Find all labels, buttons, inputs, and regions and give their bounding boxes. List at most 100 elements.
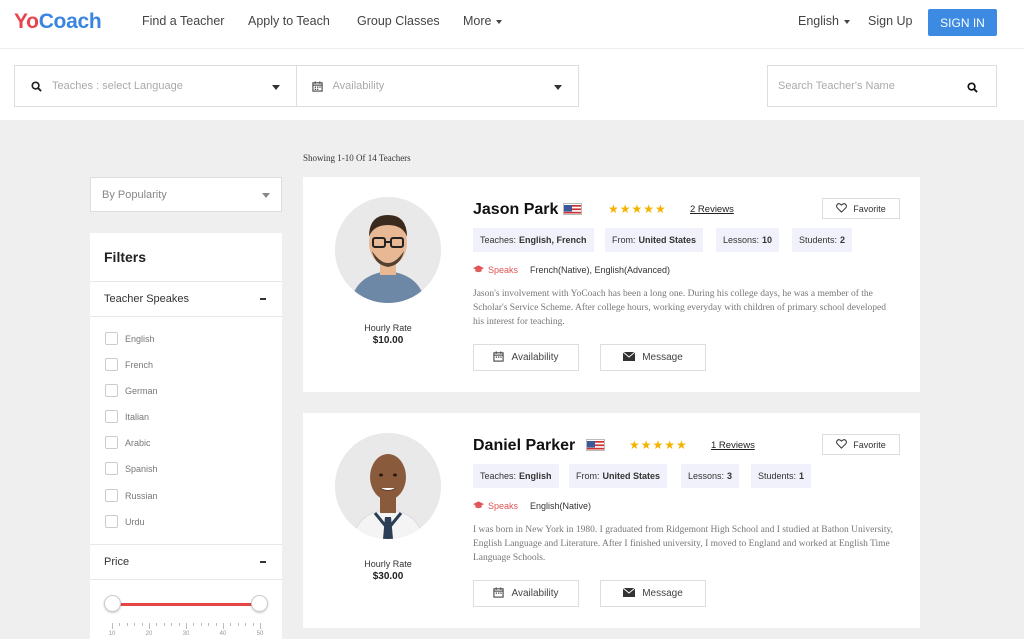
teacher-name-input[interactable] [768,66,948,106]
checkbox[interactable] [105,436,118,449]
price-slider-max-handle[interactable] [251,595,268,612]
language-filter-label: English [125,333,155,344]
message-button[interactable]: Message [600,580,706,607]
reviews-link[interactable]: 2 Reviews [690,204,734,215]
teacher-name[interactable]: Daniel Parker [473,437,575,455]
from-tag: From: United States [605,228,704,252]
teacher-card: Hourly Rate $10.00 Jason Park ★★★★★ 2 Re… [303,177,920,392]
caret-down-icon [262,193,270,198]
teacher-name[interactable]: Jason Park [473,201,558,219]
signup-link[interactable]: Sign Up [868,14,912,28]
hourly-rate-label: Hourly Rate [364,323,412,333]
price-slider-min-handle[interactable] [104,595,121,612]
price-slider-tick [237,623,239,626]
availability-select[interactable]: Availability [297,66,579,106]
search-filters: Teaches : select Language Availability [14,65,579,107]
checkbox[interactable] [105,410,118,423]
teacher-card: Hourly Rate $30.00 Daniel Parker ★★★★★ 1… [303,413,920,628]
price-slider-tick [156,623,158,626]
filters-panel: Filters Teacher Speakes English French G… [90,233,282,639]
us-flag-icon [586,439,605,451]
yocoach-logo[interactable]: YoCoach [14,10,102,34]
reviews-link[interactable]: 1 Reviews [711,440,755,451]
checkbox[interactable] [105,384,118,397]
availability-button[interactable]: Availability [473,344,579,371]
price-slider-tick [230,623,232,626]
teacher-speaks-section-toggle[interactable]: Teacher Speakes [90,281,282,317]
checkbox[interactable] [105,332,118,345]
price-tick-label: 20 [145,631,153,637]
students-value: 1 [799,471,805,481]
from-label: From: [576,471,600,481]
signin-button[interactable]: SIGN IN [928,9,997,36]
nav-more-dropdown[interactable]: More [463,14,503,28]
price-slider-tick [193,623,195,626]
top-navbar: YoCoach Find a Teacher Apply to Teach Gr… [0,0,1024,48]
price-slider-tick [119,623,121,626]
hourly-rate-value: $30.00 [372,571,404,582]
lessons-label: Lessons: [723,235,760,245]
price-slider-tick [215,623,217,626]
favorite-button[interactable]: Favorite [822,434,900,455]
price-slider-tick [252,623,254,626]
heart-icon [836,202,848,215]
teacher-avatar[interactable] [335,197,441,303]
language-filter-label: Italian [125,411,150,422]
checkbox[interactable] [105,462,118,475]
students-label: Students: [799,235,838,245]
language-filter-english[interactable]: English [105,332,155,345]
nav-apply-to-teach[interactable]: Apply to Teach [248,14,330,28]
price-tick-label: 10 [108,631,116,637]
price-label: Price [104,556,130,568]
teacher-avatar[interactable] [335,433,441,539]
graduation-cap-icon [473,265,484,275]
language-filter-label: French [125,359,154,370]
language-filter-russian[interactable]: Russian [105,489,158,502]
checkbox[interactable] [105,358,118,371]
price-slider-tick [208,623,210,626]
price-tick-label: 40 [219,631,227,637]
lessons-tag: Lessons: 3 [681,464,740,488]
nav-group-classes[interactable]: Group Classes [357,14,440,28]
checkbox[interactable] [105,489,118,502]
search-icon[interactable] [967,80,978,98]
language-filter-arabic[interactable]: Arabic [105,436,151,449]
price-slider-tick [200,623,202,626]
language-filter-french[interactable]: French [105,358,153,371]
price-slider-tick [223,623,224,629]
favorite-button[interactable]: Favorite [822,198,900,219]
nav-find-teacher[interactable]: Find a Teacher [142,14,224,28]
from-label: From: [612,235,636,245]
price-slider-tick [126,623,128,626]
language-filter-german[interactable]: German [105,384,158,397]
star-rating: ★★★★★ [629,438,688,452]
language-filter-spanish[interactable]: Spanish [105,462,158,475]
price-slider-tick [149,623,150,629]
envelope-icon [622,587,636,600]
sort-select[interactable]: By Popularity [90,177,282,212]
sort-selected-label: By Popularity [102,188,167,201]
language-filter-urdu[interactable]: Urdu [105,515,145,528]
language-select[interactable]: Teaches : select Language [15,66,297,106]
price-slider-tick [178,623,180,626]
price-section-toggle[interactable]: Price [90,544,282,580]
language-select-placeholder: Teaches : select Language [52,80,183,92]
lessons-value: 10 [762,235,773,245]
language-filter-italian[interactable]: Italian [105,410,149,423]
search-bar: Teaches : select Language Availability [0,48,1024,120]
price-slider-tick [141,623,143,626]
speaks-languages: English(Native) [530,501,592,511]
students-value: 2 [840,235,846,245]
language-selector[interactable]: English [798,14,850,28]
star-rating: ★★★★★ [608,202,667,216]
price-slider-range[interactable] [112,603,260,606]
teacher-bio: Jason's involvement with YoCoach has bee… [473,289,886,327]
availability-button[interactable]: Availability [473,580,579,607]
speaks-label: Speaks [473,501,518,511]
caret-down-icon [271,85,280,90]
message-button[interactable]: Message [600,344,706,371]
checkbox[interactable] [105,515,118,528]
from-value: United States [638,235,697,245]
calendar-icon [493,586,505,601]
graduation-cap-icon [473,501,484,511]
